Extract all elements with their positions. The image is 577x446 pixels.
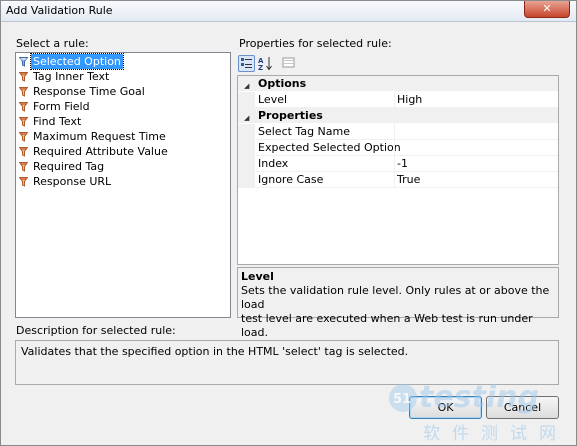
- validation-rule-icon: [18, 86, 29, 97]
- description-text: Validates that the specified option in t…: [21, 345, 409, 358]
- property-row[interactable]: Level High: [238, 92, 558, 108]
- property-name: Expected Selected Option: [258, 141, 401, 154]
- ok-button[interactable]: OK: [409, 396, 482, 419]
- property-row[interactable]: Index -1: [238, 156, 558, 172]
- alphabetical-icon[interactable]: A Z: [257, 55, 274, 72]
- validation-rule-icon: [18, 101, 29, 112]
- validation-rule-icon: [18, 71, 29, 82]
- window-title: Add Validation Rule: [6, 4, 113, 17]
- property-name: Ignore Case: [258, 173, 324, 186]
- row-gutter: [238, 140, 255, 155]
- property-category-name: Options: [258, 77, 307, 90]
- property-value[interactable]: [394, 140, 557, 155]
- property-category-name: Properties: [258, 109, 323, 122]
- property-value[interactable]: High: [394, 92, 557, 107]
- select-rule-label: Select a rule:: [16, 37, 89, 50]
- row-gutter: [238, 124, 255, 139]
- svg-text:软件测试网: 软件测试网: [423, 424, 568, 444]
- validation-rule-icon: [18, 176, 29, 187]
- property-grid[interactable]: ◢ Options Level High ◢ Properties Select Tag N…: [237, 75, 559, 265]
- property-row[interactable]: Select Tag Name: [238, 124, 558, 140]
- row-gutter: [238, 172, 255, 187]
- validation-rule-icon: [18, 131, 29, 142]
- property-grid-toolbar: A Z: [237, 54, 559, 74]
- rule-item-label: Form Field: [33, 100, 90, 113]
- rule-item-label: Response Time Goal: [33, 85, 145, 98]
- categorized-icon[interactable]: [238, 55, 255, 72]
- cancel-button[interactable]: Cancel: [486, 396, 559, 419]
- validation-rule-icon: [18, 161, 29, 172]
- property-help-panel: Level Sets the validation rule level. On…: [237, 267, 559, 339]
- help-title: Level: [241, 270, 274, 283]
- rule-item-label: Tag Inner Text: [33, 70, 110, 83]
- row-gutter: [238, 156, 255, 171]
- svg-text:Z: Z: [258, 64, 263, 72]
- property-value[interactable]: -1: [394, 156, 557, 171]
- rule-item-label: Maximum Request Time: [33, 130, 166, 143]
- property-name: Index: [258, 157, 289, 170]
- property-name: Select Tag Name: [258, 125, 351, 138]
- property-pages-icon[interactable]: [281, 55, 298, 72]
- rule-item-label: Required Attribute Value: [33, 145, 168, 158]
- validation-rule-icon: [18, 116, 29, 127]
- property-category-row[interactable]: ◢ Options: [238, 76, 558, 91]
- rule-item-label: Required Tag: [33, 160, 105, 173]
- property-name: Level: [258, 93, 288, 106]
- validation-rule-icon: [18, 56, 29, 67]
- rule-item-label: Selected Option: [30, 53, 124, 70]
- properties-label: Properties for selected rule:: [239, 37, 392, 50]
- row-gutter: [238, 92, 255, 107]
- property-value[interactable]: [394, 124, 557, 139]
- validation-rule-icon: [18, 146, 29, 157]
- help-text-line: test level are executed when a Web test …: [241, 312, 533, 339]
- property-value[interactable]: True: [394, 172, 557, 187]
- help-text-line: Sets the validation rule level. Only rul…: [241, 284, 550, 311]
- rule-item-label: Find Text: [33, 115, 82, 128]
- property-row[interactable]: Ignore Case True: [238, 172, 558, 188]
- description-label: Description for selected rule:: [16, 324, 176, 337]
- description-box: Validates that the specified option in t…: [15, 340, 559, 385]
- close-button[interactable]: ✕: [524, 1, 570, 18]
- rule-list[interactable]: Selected Option Tag Inner Text Response Ti…: [15, 52, 231, 318]
- title-bar: Add Validation Rule ✕: [1, 1, 576, 22]
- add-validation-rule-dialog: Add Validation Rule ✕ Select a rule: Sel…: [0, 0, 577, 446]
- property-category-row[interactable]: ◢ Properties: [238, 108, 558, 123]
- rule-item-label: Response URL: [33, 175, 112, 188]
- property-row[interactable]: Expected Selected Option: [238, 140, 558, 156]
